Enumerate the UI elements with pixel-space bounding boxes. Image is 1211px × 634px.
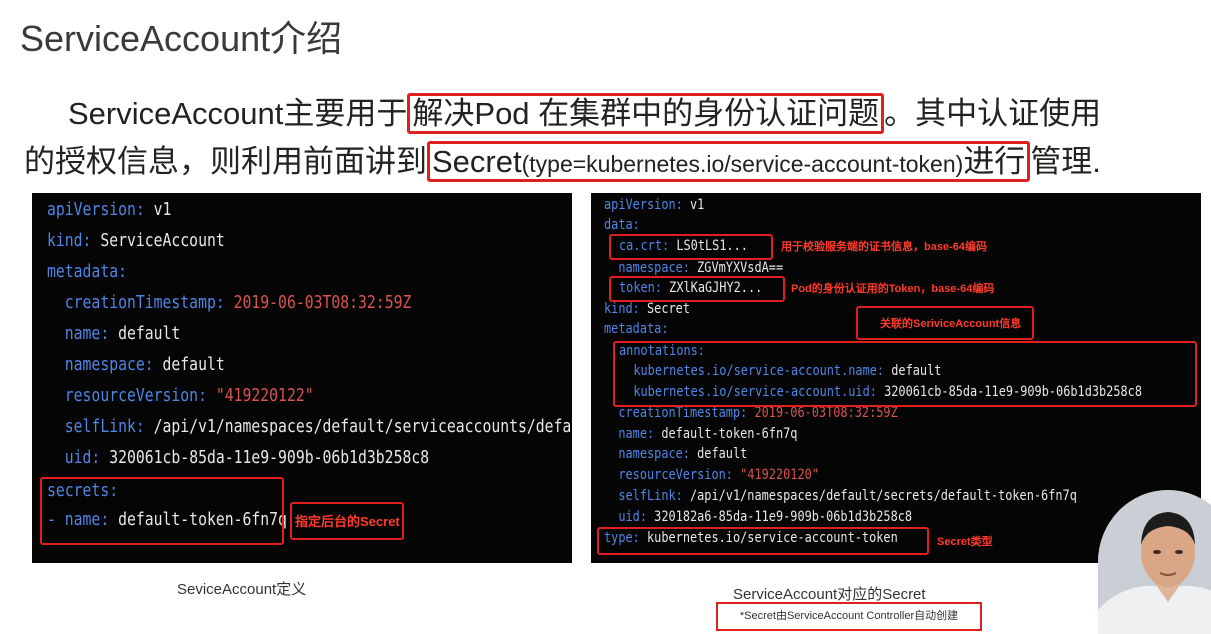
- ca-crt-note: 用于校验服务端的证书信息，base-64编码: [781, 241, 987, 253]
- secret-type-text: (type=kubernetes.io/service-account-toke…: [521, 151, 964, 177]
- yaml-line: namespace: default: [604, 446, 748, 462]
- yaml-line: selfLink: /api/v1/namespaces/default/ser…: [47, 416, 572, 437]
- metadata-note: 关联的SeriviceAccount信息: [880, 318, 1022, 330]
- slide-title: ServiceAccount介绍: [20, 18, 343, 59]
- yaml-line: name: default: [47, 323, 181, 344]
- auto-create-note: *Secret由ServiceAccount Controller自动创建: [716, 602, 982, 631]
- secrets-highlight-box: [40, 477, 284, 545]
- intro-text: 的授权信息，则利用前面讲到: [24, 144, 427, 179]
- intro-line-1: ServiceAccount主要用于 解决Pod 在集群中的身份认证问题 。其中认证…: [68, 88, 1102, 134]
- yaml-line: namespace: default: [47, 354, 225, 375]
- yaml-line: resourceVersion: "419220120": [604, 467, 819, 483]
- yaml-line: apiVersion: v1: [47, 199, 172, 220]
- yaml-line: namespace: ZGVmYXVsdA==: [604, 260, 784, 276]
- yaml-line: metadata:: [604, 321, 669, 337]
- yaml-line: creationTimestamp: 2019-06-03T08:32:59Z: [604, 405, 898, 421]
- yaml-line: uid: 320182a6-85da-11e9-909b-06b1d3b258c…: [604, 509, 913, 525]
- highlight-pod-auth: 解决Pod 在集群中的身份认证问题: [407, 93, 885, 134]
- intro-text: ServiceAccount主要用于: [68, 96, 408, 131]
- yaml-line: uid: 320061cb-85da-11e9-909b-06b1d3b258c…: [47, 447, 430, 468]
- intro-text: 管理.: [1030, 144, 1101, 179]
- type-highlight-box: [597, 527, 929, 555]
- yaml-line: metadata:: [47, 261, 127, 282]
- intro-line-2: 的授权信息，则利用前面讲到 Secret(type=kubernetes.io/s…: [24, 136, 1101, 182]
- right-caption: ServiceAccount对应的Secret: [733, 586, 926, 603]
- yaml-line: selfLink: /api/v1/namespaces/default/sec…: [604, 488, 1077, 504]
- intro-text: 进行: [963, 144, 1026, 179]
- yaml-line: creationTimestamp: 2019-06-03T08:32:59Z: [47, 292, 412, 313]
- yaml-line: apiVersion: v1: [604, 197, 705, 213]
- annotations-highlight-box: [613, 341, 1197, 407]
- highlight-secret-type: Secret(type=kubernetes.io/service-accoun…: [427, 141, 1031, 182]
- left-caption: SeviceAccount定义: [177, 581, 307, 598]
- yaml-line: kind: Secret: [604, 301, 690, 317]
- yaml-line: name: default-token-6fn7q: [604, 426, 798, 442]
- type-note: Secret类型: [937, 536, 993, 548]
- yaml-line: data:: [604, 217, 640, 233]
- serviceaccount-yaml-panel: apiVersion: v1 kind: ServiceAccount meta…: [32, 193, 572, 563]
- yaml-line: kind: ServiceAccount: [47, 230, 225, 251]
- secret-annotation: 指定后台的Secret: [295, 514, 400, 529]
- secret-word: Secret: [432, 144, 522, 179]
- ca-crt-highlight-box: [609, 234, 773, 260]
- token-highlight-box: [609, 276, 785, 302]
- token-note: Pod的身份认证用的Token，base-64编码: [791, 283, 995, 295]
- secret-yaml-panel: apiVersion: v1 data: ca.crt: LS0tLS1... …: [591, 193, 1201, 563]
- intro-text: 。其中认证使用: [884, 96, 1102, 131]
- yaml-line: resourceVersion: "419220122": [47, 385, 314, 406]
